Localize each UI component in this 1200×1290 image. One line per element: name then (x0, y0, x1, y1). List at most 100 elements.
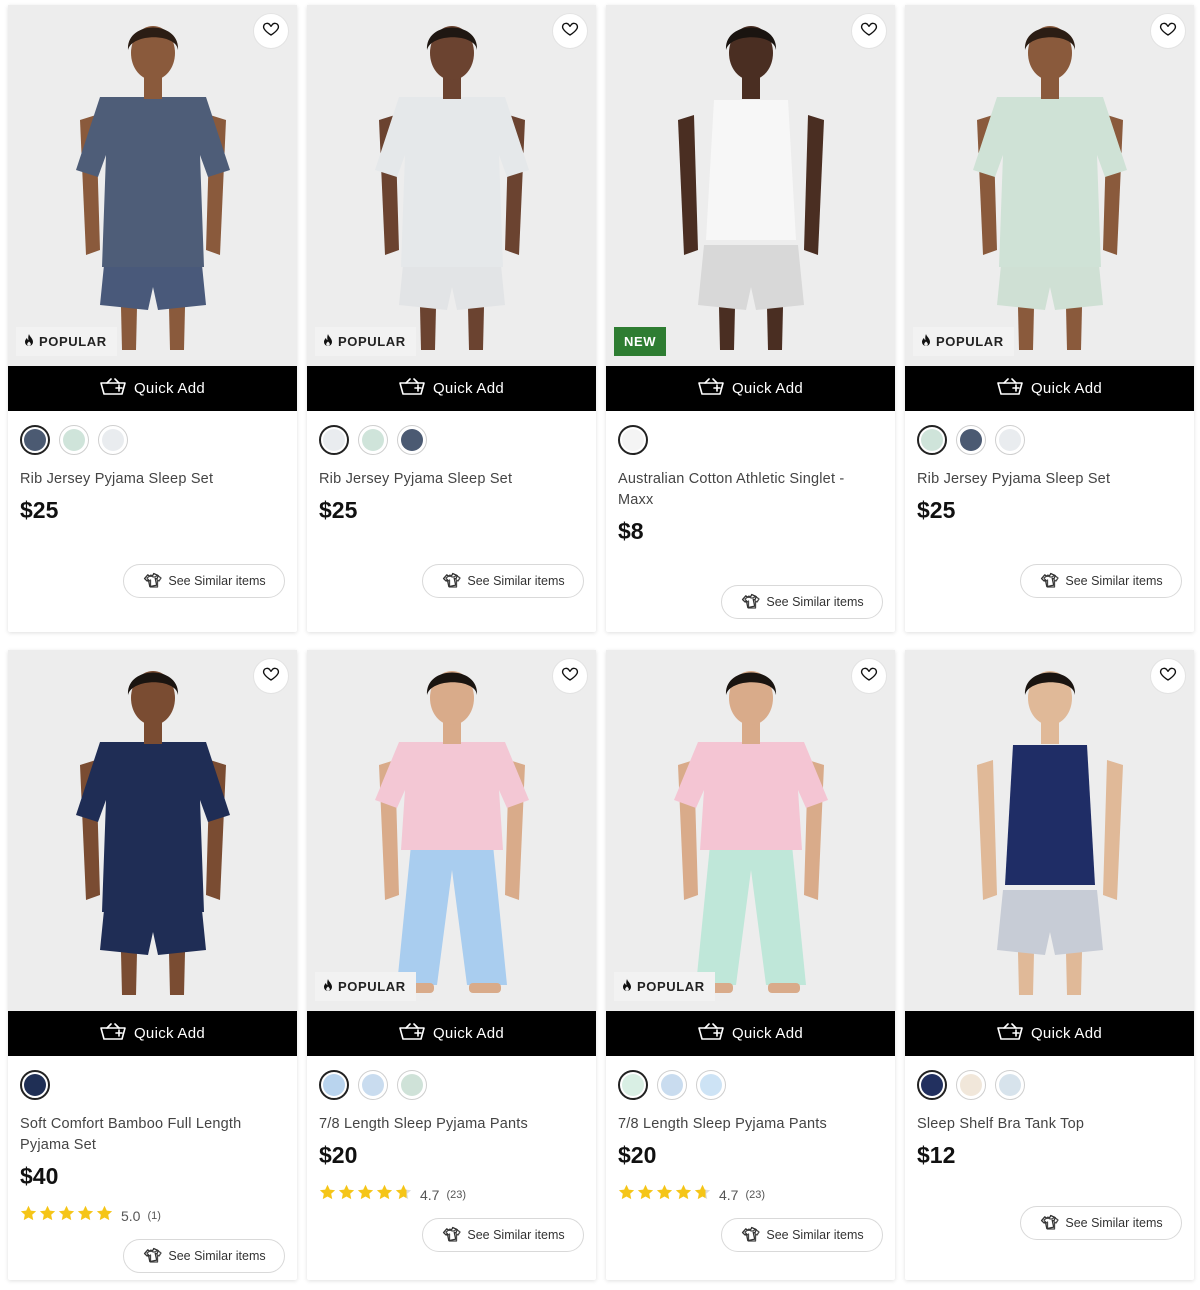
see-similar-button[interactable]: See Similar items (1020, 564, 1182, 598)
star-icon (96, 1205, 113, 1226)
swatch-thumbnail (362, 429, 384, 451)
product-card[interactable]: Quick Add Soft Comfort Bamboo Full Length… (8, 650, 297, 1280)
star-icon (20, 1205, 37, 1226)
product-name[interactable]: 7/8 Length Sleep Pyjama Pants (319, 1114, 574, 1135)
basket-add-icon (997, 1022, 1023, 1045)
swatch-thumbnail (960, 1074, 982, 1096)
color-swatch[interactable] (696, 1070, 726, 1100)
see-similar-button[interactable]: See Similar items (721, 1218, 883, 1252)
product-name[interactable]: Australian Cotton Athletic Singlet - Max… (618, 469, 873, 511)
color-swatch[interactable] (98, 425, 128, 455)
color-swatches (917, 425, 1025, 455)
product-card[interactable]: POPULAR Quick Add Rib Jersey Pyjama Sleep … (307, 5, 596, 632)
see-similar-button[interactable]: See Similar items (1020, 1206, 1182, 1240)
product-image[interactable] (606, 5, 895, 366)
heart-icon (561, 20, 579, 43)
color-swatch[interactable] (917, 425, 947, 455)
see-similar-button[interactable]: See Similar items (721, 585, 883, 619)
color-swatches (20, 425, 128, 455)
product-image[interactable] (905, 650, 1194, 1011)
product-rating[interactable]: 4.7 (23) (319, 1184, 466, 1205)
wishlist-heart-button[interactable] (253, 13, 289, 49)
color-swatch[interactable] (618, 1070, 648, 1100)
color-swatch[interactable] (397, 1070, 427, 1100)
color-swatch[interactable] (358, 1070, 388, 1100)
see-similar-button[interactable]: See Similar items (422, 564, 584, 598)
quick-add-label: Quick Add (133, 380, 206, 397)
product-card[interactable]: POPULAR Quick Add 7/8 Length Sleep Pyjama … (606, 650, 895, 1280)
hanger-icon (441, 572, 462, 591)
color-swatch[interactable] (59, 425, 89, 455)
color-swatch[interactable] (995, 425, 1025, 455)
popular-badge: POPULAR (315, 327, 416, 356)
color-swatch[interactable] (657, 1070, 687, 1100)
product-image[interactable] (8, 5, 297, 366)
flame-icon (323, 333, 333, 350)
hanger-icon (142, 1247, 163, 1266)
color-swatch[interactable] (319, 425, 349, 455)
quick-add-button[interactable]: Quick Add (8, 366, 297, 411)
see-similar-button[interactable]: See Similar items (422, 1218, 584, 1252)
color-swatch[interactable] (397, 425, 427, 455)
quick-add-button[interactable]: Quick Add (8, 1011, 297, 1056)
quick-add-button[interactable]: Quick Add (606, 1011, 895, 1056)
popular-badge: POPULAR (315, 972, 416, 1001)
basket-add-icon (399, 377, 425, 400)
quick-add-button[interactable]: Quick Add (905, 366, 1194, 411)
color-swatches (618, 425, 648, 455)
product-name[interactable]: Rib Jersey Pyjama Sleep Set (20, 469, 275, 490)
product-price: $20 (319, 1142, 358, 1168)
product-name[interactable]: Rib Jersey Pyjama Sleep Set (319, 469, 574, 490)
wishlist-heart-button[interactable] (552, 658, 588, 694)
color-swatch[interactable] (995, 1070, 1025, 1100)
basket-add-icon (100, 377, 126, 400)
product-name[interactable]: Rib Jersey Pyjama Sleep Set (917, 469, 1172, 490)
product-image[interactable] (8, 650, 297, 1011)
wishlist-heart-button[interactable] (1150, 13, 1186, 49)
color-swatch[interactable] (358, 425, 388, 455)
quick-add-button[interactable]: Quick Add (606, 366, 895, 411)
product-card[interactable]: POPULAR Quick Add Rib Jersey Pyjama Sleep … (8, 5, 297, 632)
color-swatch[interactable] (956, 1070, 986, 1100)
color-swatch[interactable] (20, 1070, 50, 1100)
color-swatch[interactable] (618, 425, 648, 455)
product-card[interactable]: POPULAR Quick Add 7/8 Length Sleep Pyjama … (307, 650, 596, 1280)
product-image[interactable] (905, 5, 1194, 366)
swatch-thumbnail (401, 1074, 423, 1096)
product-image[interactable] (307, 650, 596, 1011)
heart-icon (860, 20, 878, 43)
product-rating[interactable]: 5.0 (1) (20, 1205, 161, 1226)
heart-icon (262, 665, 280, 688)
color-swatch[interactable] (956, 425, 986, 455)
color-swatch[interactable] (20, 425, 50, 455)
quick-add-label: Quick Add (731, 380, 804, 397)
product-rating[interactable]: 4.7 (23) (618, 1184, 765, 1205)
wishlist-heart-button[interactable] (851, 13, 887, 49)
badge-label: POPULAR (338, 979, 406, 994)
quick-add-button[interactable]: Quick Add (905, 1011, 1194, 1056)
wishlist-heart-button[interactable] (851, 658, 887, 694)
quick-add-button[interactable]: Quick Add (307, 1011, 596, 1056)
see-similar-button[interactable]: See Similar items (123, 1239, 285, 1273)
product-card[interactable]: Quick Add Sleep Shelf Bra Tank Top $12 See … (905, 650, 1194, 1280)
product-card[interactable]: NEW Quick Add Australian Cotton Athletic S… (606, 5, 895, 632)
product-name[interactable]: 7/8 Length Sleep Pyjama Pants (618, 1114, 873, 1135)
product-name[interactable]: Soft Comfort Bamboo Full Length Pyjama S… (20, 1114, 275, 1156)
wishlist-heart-button[interactable] (1150, 658, 1186, 694)
see-similar-button[interactable]: See Similar items (123, 564, 285, 598)
product-image[interactable] (307, 5, 596, 366)
color-swatch[interactable] (319, 1070, 349, 1100)
wishlist-heart-button[interactable] (253, 658, 289, 694)
popular-badge: POPULAR (614, 972, 715, 1001)
basket-add-icon (100, 1022, 126, 1045)
product-image[interactable] (606, 650, 895, 1011)
product-card[interactable]: POPULAR Quick Add Rib Jersey Pyjama Sleep … (905, 5, 1194, 632)
wishlist-heart-button[interactable] (552, 13, 588, 49)
quick-add-button[interactable]: Quick Add (307, 366, 596, 411)
color-swatch[interactable] (917, 1070, 947, 1100)
star-icon (58, 1205, 75, 1226)
product-name[interactable]: Sleep Shelf Bra Tank Top (917, 1114, 1172, 1135)
basket-add-icon (698, 1022, 724, 1045)
heart-icon (262, 20, 280, 43)
color-swatches (319, 425, 427, 455)
